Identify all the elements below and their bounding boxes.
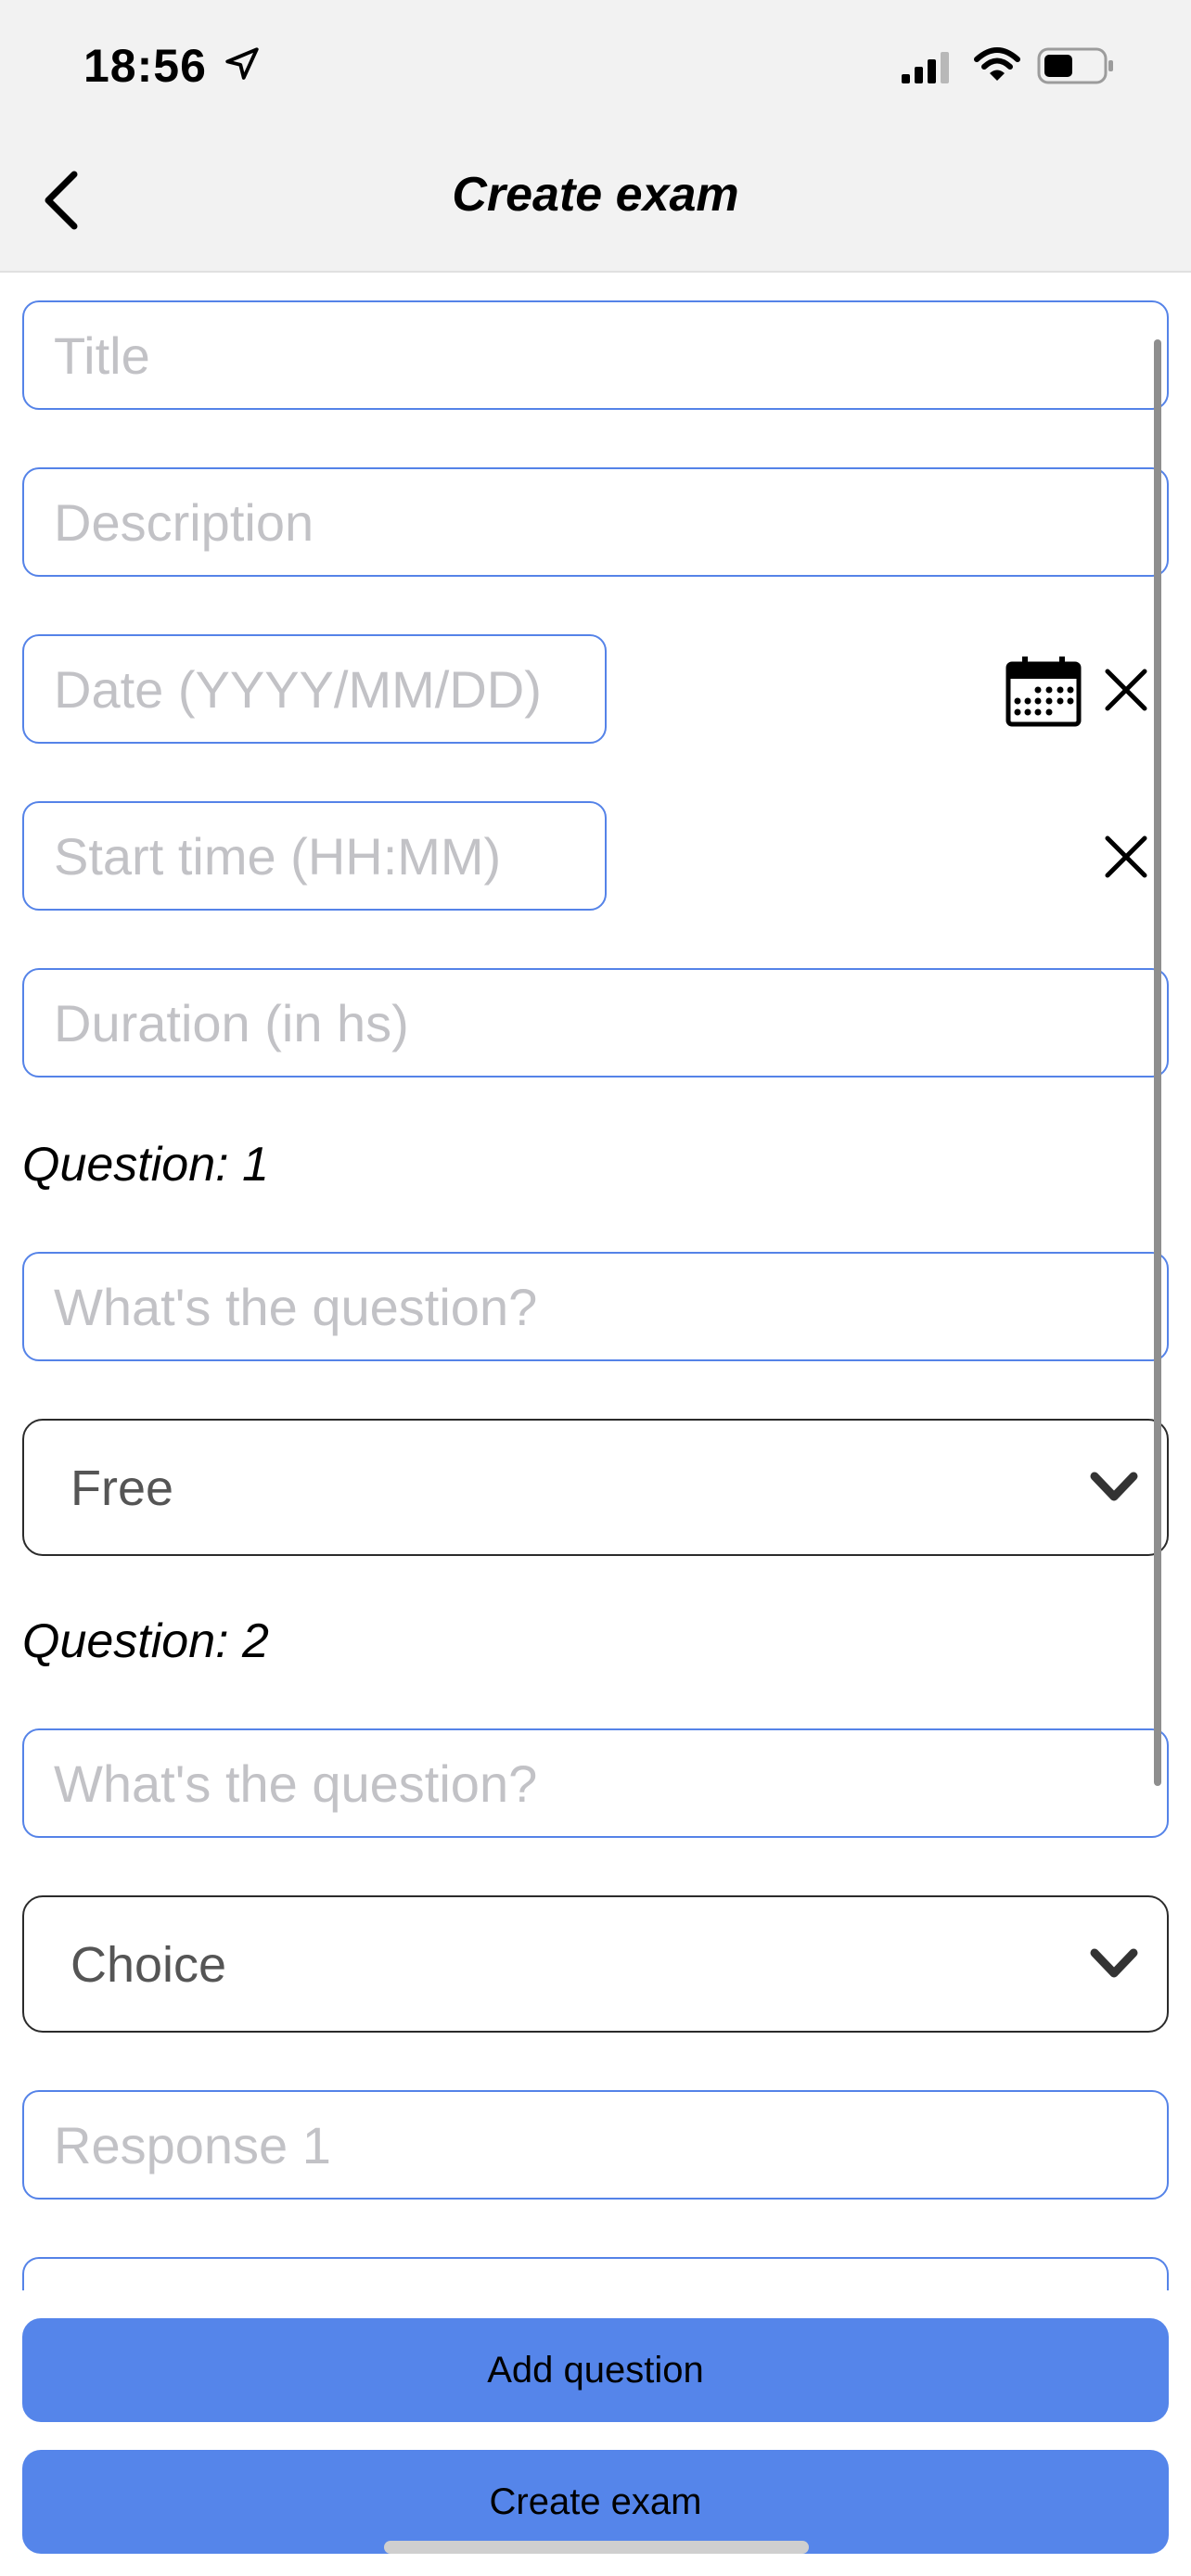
duration-input[interactable] xyxy=(22,968,1169,1078)
question-2-input[interactable] xyxy=(22,1728,1169,1838)
battery-icon xyxy=(1037,47,1113,84)
question-2-type-select[interactable]: Choice xyxy=(22,1895,1169,2033)
description-input[interactable] xyxy=(22,467,1169,577)
start-time-input[interactable] xyxy=(22,801,607,911)
add-question-button[interactable]: Add question xyxy=(22,2318,1169,2422)
response-2-input-partial[interactable] xyxy=(22,2257,1169,2294)
wifi-icon xyxy=(974,47,1020,81)
close-icon[interactable] xyxy=(1104,668,1148,712)
question-1-input[interactable] xyxy=(22,1252,1169,1361)
question-1-type-value: Free xyxy=(70,1460,174,1516)
question-1-label: Question: 1 xyxy=(22,1138,269,1192)
page-title: Create exam xyxy=(452,168,739,222)
home-indicator xyxy=(384,2541,809,2554)
chevron-down-icon xyxy=(1090,1948,1138,1978)
scrollbar[interactable] xyxy=(1154,339,1161,1786)
status-time: 18:56 xyxy=(83,40,207,92)
question-2-label: Question: 2 xyxy=(22,1614,269,1668)
close-icon[interactable] xyxy=(1104,835,1148,879)
chevron-down-icon xyxy=(1090,1472,1138,1501)
title-input[interactable] xyxy=(22,300,1169,410)
scroll-cutoff xyxy=(0,2290,1191,2318)
location-arrow-icon xyxy=(225,47,259,80)
create-exam-button[interactable]: Create exam xyxy=(22,2450,1169,2554)
date-input[interactable] xyxy=(22,634,607,744)
question-1-type-select[interactable]: Free xyxy=(22,1419,1169,1556)
response-1-input[interactable] xyxy=(22,2090,1169,2200)
header: 18:56 Create exam xyxy=(0,0,1191,273)
signal-icon xyxy=(902,52,949,83)
question-2-type-value: Choice xyxy=(70,1937,227,1993)
calendar-icon[interactable] xyxy=(1005,657,1082,727)
